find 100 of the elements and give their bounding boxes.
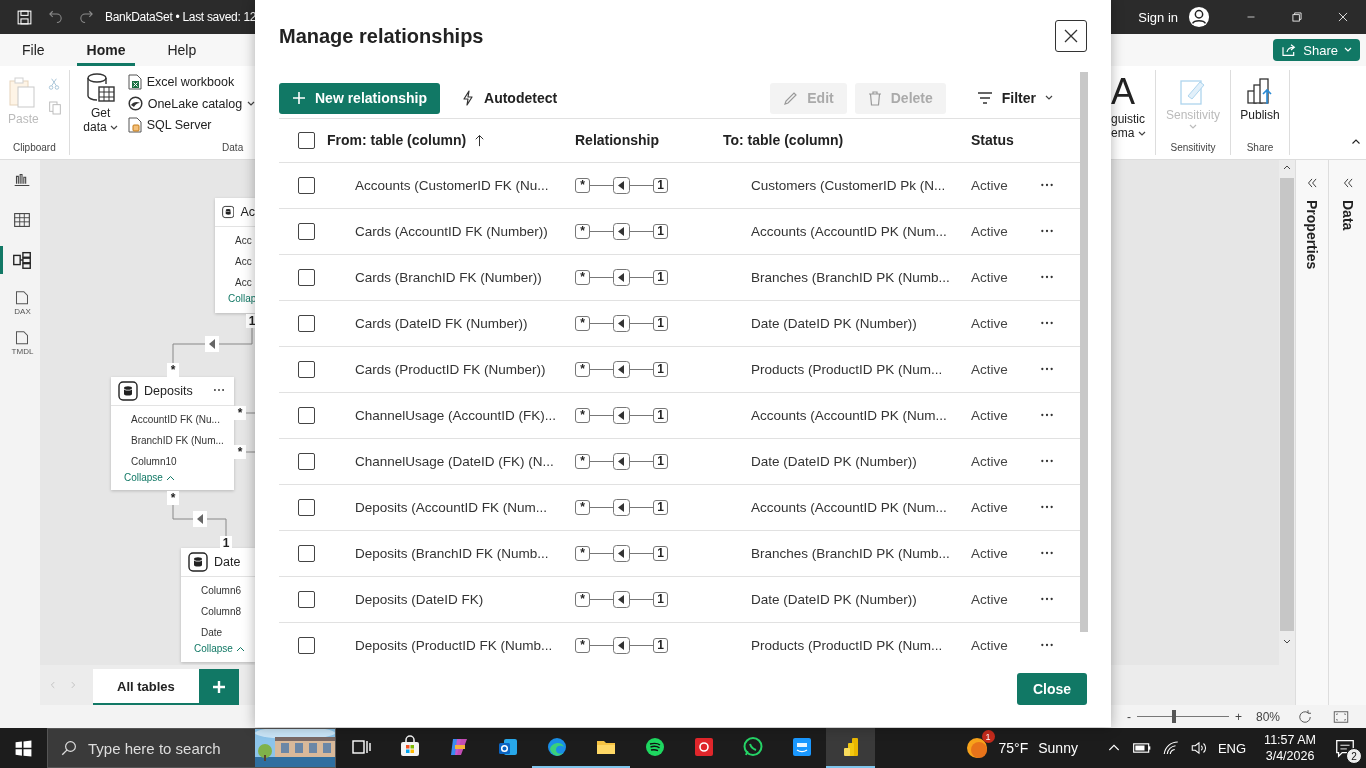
column-name[interactable]: Acc bbox=[235, 256, 255, 268]
data-source-button[interactable]: OneLake catalog bbox=[127, 96, 255, 111]
zoom-out-button[interactable]: - bbox=[1126, 709, 1131, 724]
table-card[interactable]: Deposits AccountID FK (Nu... BranchID FK (Num... Column10 Collapse bbox=[111, 377, 234, 490]
scroll-down-icon[interactable] bbox=[1283, 639, 1291, 645]
sign-in-link[interactable]: Sign in bbox=[1138, 9, 1178, 25]
row-checkbox[interactable] bbox=[298, 636, 315, 654]
chevron-down-icon bbox=[1137, 131, 1146, 137]
windows-logo-icon[interactable] bbox=[14, 738, 33, 758]
side-panel-tab[interactable]: Properties bbox=[1304, 200, 1320, 270]
search-field[interactable]: Type here to search bbox=[47, 728, 336, 768]
column-name[interactable]: Acc bbox=[235, 277, 255, 289]
group-label: Clipboard bbox=[11, 142, 57, 155]
volume-icon[interactable] bbox=[1189, 739, 1208, 757]
page-tab[interactable]: All tables bbox=[93, 669, 199, 705]
cardinality-label: * bbox=[575, 499, 590, 515]
to-cell-text: Accounts (AccountID PK (Num... bbox=[750, 223, 948, 239]
collapse-link[interactable]: Collapse bbox=[181, 639, 255, 654]
row-checkbox[interactable] bbox=[298, 222, 315, 240]
row-checkbox[interactable] bbox=[298, 544, 315, 562]
column-name[interactable]: Acc bbox=[235, 235, 255, 247]
close-dialog-button[interactable]: Close bbox=[1016, 673, 1087, 705]
table-name: Date bbox=[214, 555, 241, 569]
column-name[interactable]: Column10 bbox=[131, 456, 234, 468]
table-name: Ac bbox=[240, 205, 255, 219]
from-cell-text: ChannelUsage (AccountID (FK)... bbox=[354, 407, 558, 423]
add-page-button[interactable] bbox=[198, 669, 239, 705]
save-icon[interactable] bbox=[16, 8, 33, 26]
ribbon-tab[interactable]: Help bbox=[157, 34, 207, 66]
clock-date[interactable]: 3/4/2026 bbox=[1265, 748, 1315, 764]
wifi-icon[interactable] bbox=[1161, 739, 1180, 757]
clock-time[interactable]: 11:57 AM bbox=[1264, 732, 1316, 748]
column-header[interactable]: Relationship bbox=[575, 132, 723, 149]
column-name[interactable]: AccountID FK (Nu... bbox=[131, 414, 234, 426]
cardinality-label: * bbox=[167, 491, 179, 505]
column-header[interactable]: Status bbox=[971, 132, 1031, 149]
zoom-in-button[interactable]: + bbox=[1234, 709, 1242, 724]
row-checkbox[interactable] bbox=[298, 268, 315, 286]
restore-icon[interactable] bbox=[1290, 10, 1304, 24]
row-checkbox[interactable] bbox=[298, 498, 315, 516]
refresh-icon[interactable] bbox=[1296, 707, 1314, 726]
row-checkbox[interactable] bbox=[298, 452, 315, 470]
slider-thumb[interactable] bbox=[1171, 710, 1176, 723]
autodetect-button[interactable]: Autodetect bbox=[448, 82, 571, 114]
row-checkbox[interactable] bbox=[298, 590, 315, 608]
filter-button[interactable]: Filter bbox=[963, 82, 1066, 114]
side-panel-tab[interactable]: Data bbox=[1339, 200, 1356, 231]
column-header[interactable]: To: table (column) bbox=[723, 132, 971, 149]
to-cell-text: Branches (BranchID PK (Numb... bbox=[750, 269, 951, 285]
cardinality-label: * bbox=[234, 406, 246, 420]
connector-line bbox=[245, 412, 256, 414]
scroll-up-icon[interactable] bbox=[1283, 164, 1291, 170]
row-checkbox[interactable] bbox=[298, 406, 315, 424]
notification-icon[interactable] bbox=[1334, 737, 1356, 759]
row-checkbox[interactable] bbox=[298, 314, 315, 332]
weather-condition[interactable]: Sunny bbox=[1038, 740, 1078, 756]
group-label: Share bbox=[1245, 142, 1275, 155]
column-name[interactable]: Column6 bbox=[201, 585, 255, 597]
data-source-button[interactable]: Excel workbook bbox=[127, 74, 255, 90]
cardinality-label: * bbox=[167, 363, 179, 377]
close-icon[interactable] bbox=[1336, 10, 1350, 24]
chevron-down-icon bbox=[247, 100, 255, 107]
close-button[interactable] bbox=[1055, 20, 1087, 52]
cardinality-label: 1 bbox=[653, 269, 668, 285]
view-rail-item[interactable]: TMDL bbox=[0, 326, 40, 354]
database-file-icon bbox=[127, 117, 142, 133]
get-data-button[interactable]: Get data bbox=[79, 70, 122, 140]
view-rail-item[interactable]: DAX bbox=[0, 286, 40, 314]
column-header[interactable]: From: table (column) bbox=[327, 132, 467, 149]
table-card[interactable]: Date Column6 Column8 Date Collapse bbox=[181, 548, 255, 662]
taskbar-app[interactable] bbox=[826, 728, 875, 768]
select-all-checkbox[interactable] bbox=[298, 131, 315, 149]
double-chevron-left-icon[interactable] bbox=[1305, 176, 1319, 190]
scrollbar[interactable] bbox=[1279, 160, 1295, 705]
close-icon bbox=[1064, 29, 1078, 43]
from-cell-text: Accounts (CustomerID FK (Nu... bbox=[354, 177, 550, 193]
row-checkbox[interactable] bbox=[298, 360, 315, 378]
collapse-link[interactable]: Collapse bbox=[111, 468, 234, 483]
column-name[interactable]: Column8 bbox=[201, 606, 255, 618]
chat-bubble-icon bbox=[740, 735, 765, 759]
to-cell-text: Date (DateID PK (Number)) bbox=[750, 453, 918, 469]
scrollbar[interactable] bbox=[1080, 72, 1088, 632]
status-cell-text: Active bbox=[971, 315, 1009, 331]
column-name[interactable]: Date bbox=[201, 627, 255, 639]
cardinality-label: * bbox=[575, 315, 590, 331]
publish-button[interactable]: Publish bbox=[1238, 70, 1282, 128]
filter-icon bbox=[976, 92, 993, 105]
database-table-icon bbox=[85, 72, 116, 104]
language-indicator[interactable]: ENG bbox=[1217, 740, 1247, 756]
from-cell-text: Cards (ProductID FK (Number)) bbox=[354, 361, 547, 377]
row-checkbox[interactable] bbox=[298, 176, 315, 194]
data-source-button[interactable]: SQL Server bbox=[127, 117, 255, 133]
connector-line bbox=[245, 451, 256, 453]
column-name[interactable]: BranchID FK (Num... bbox=[131, 435, 234, 447]
new-button[interactable]: New relationship bbox=[279, 82, 441, 114]
from-cell-text: Deposits (AccountID FK (Num... bbox=[354, 499, 549, 515]
ribbon-tab[interactable]: File bbox=[12, 34, 55, 66]
share-button[interactable]: Share bbox=[1273, 39, 1360, 61]
weather-temperature[interactable]: 75°F bbox=[998, 740, 1029, 756]
avatar-icon[interactable] bbox=[1188, 6, 1210, 28]
